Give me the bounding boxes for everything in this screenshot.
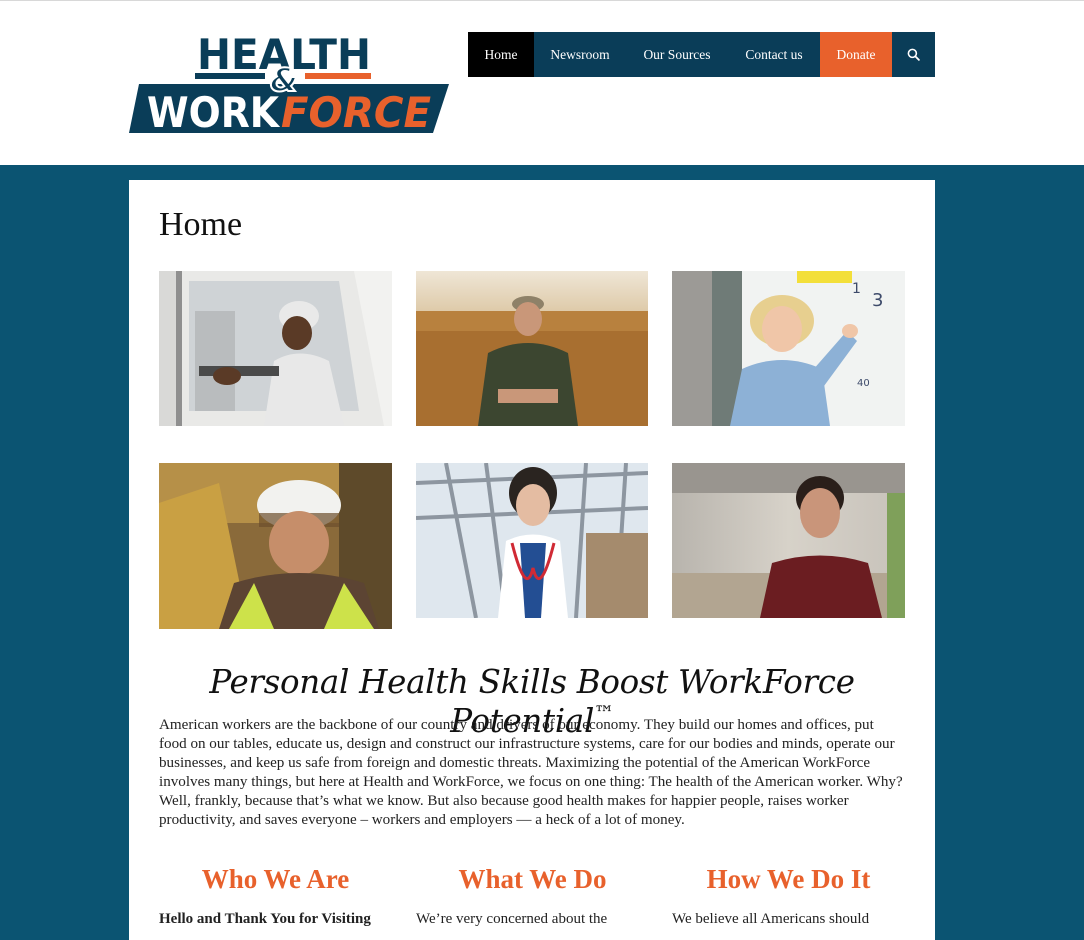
what-we-do-heading: What We Do <box>458 864 607 894</box>
logo-line2-work: WORK <box>147 88 280 135</box>
nav-search-button[interactable] <box>892 32 935 77</box>
nav-home[interactable]: Home <box>468 32 534 77</box>
health-workforce-logo[interactable]: HEALTH & WORK FORCE <box>129 31 449 135</box>
how-we-do-it-heading: How We Do It <box>706 864 871 894</box>
search-icon <box>907 48 920 61</box>
content-panel: Home 1 3 40 Personal Health Skills Boost… <box>129 180 935 940</box>
svg-text:40: 40 <box>857 378 870 389</box>
svg-text:3: 3 <box>872 290 883 311</box>
nav-donate-button[interactable]: Donate <box>820 32 892 77</box>
nav-our-sources[interactable]: Our Sources <box>626 32 728 77</box>
photo-doctor <box>416 463 648 618</box>
photo-construction-worker <box>159 463 392 629</box>
photo-office-worker <box>672 463 905 618</box>
how-we-do-it-text: We believe all Americans should <box>672 911 870 927</box>
nav-newsroom[interactable]: Newsroom <box>534 32 626 77</box>
svg-text:1: 1 <box>852 281 861 297</box>
main-nav: Home Newsroom Our Sources Contact us Don… <box>468 32 935 77</box>
photo-delivery-driver <box>159 271 392 426</box>
photo-teacher: 1 3 40 <box>672 271 905 426</box>
logo-line2-force: FORCE <box>281 88 431 135</box>
photo-farmer <box>416 271 648 426</box>
nav-contact-us[interactable]: Contact us <box>728 32 820 77</box>
who-we-are-heading: Who We Are <box>201 864 350 894</box>
what-we-do-text: We’re very concerned about the <box>416 911 608 927</box>
who-we-are-text: Hello and Thank You for Visiting <box>159 911 371 927</box>
page-title: Home <box>159 206 243 243</box>
site-header: HEALTH & WORK FORCE Home Newsroom Our So… <box>0 1 1084 165</box>
intro-paragraph: American workers are the backbone of our… <box>159 717 903 828</box>
